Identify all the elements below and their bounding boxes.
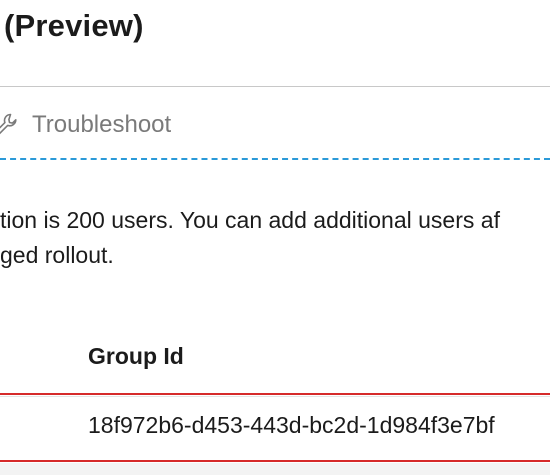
row-border (0, 396, 550, 397)
bottom-shade (0, 463, 550, 475)
troubleshoot-button[interactable]: Troubleshoot (0, 100, 171, 150)
troubleshoot-label: Troubleshoot (32, 111, 172, 138)
title-divider (0, 86, 550, 87)
info-text-line-2: ged rollout. (0, 242, 114, 268)
table-row[interactable]: 18f972b6-d453-443d-bc2d-1d984f3e7bf (0, 398, 550, 458)
highlight-border-bottom (0, 460, 550, 462)
page: (Preview) Troubleshoot tion is 200 users… (0, 0, 550, 475)
page-title: (Preview) (4, 8, 144, 43)
column-header-group-id[interactable]: Group Id (88, 343, 184, 370)
info-text-line-1: tion is 200 users. You can add additiona… (0, 207, 500, 233)
highlight-border-top (0, 393, 550, 395)
wrench-icon (0, 113, 17, 135)
group-id-cell: 18f972b6-d453-443d-bc2d-1d984f3e7bf (88, 412, 495, 438)
toolbar-divider (0, 158, 550, 160)
